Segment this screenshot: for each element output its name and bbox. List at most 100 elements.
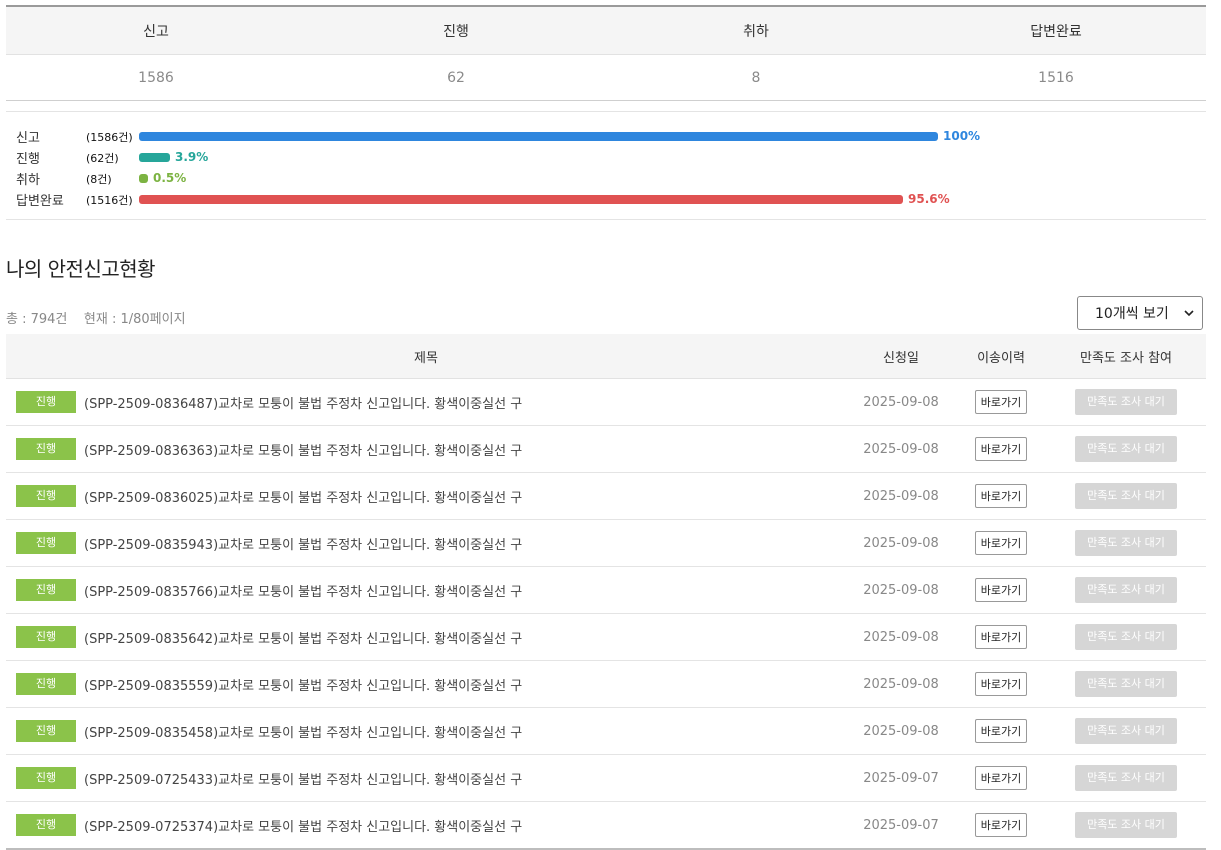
status-badge: 진행 (16, 626, 76, 648)
report-title-link[interactable]: (SPP-2509-0835766)교차로 모퉁이 불법 주정차 신고입니다. … (84, 581, 522, 600)
bar-row: 신고 (1586건) 100% (6, 126, 1206, 147)
row-title-cell: 진행 (SPP-2509-0835943)교차로 모퉁이 불법 주정차 신고입니다… (6, 532, 846, 554)
summary-header-answered: 답변완료 (1030, 23, 1082, 40)
row-history-cell: 바로가기 (956, 531, 1046, 555)
table-row: 진행 (SPP-2509-0835458)교차로 모퉁이 불법 주정차 신고입니다… (6, 708, 1206, 755)
bar-count: (1516건) (86, 193, 133, 207)
row-history-cell: 바로가기 (956, 390, 1046, 414)
summary-values-row: 1586 62 8 1516 (6, 55, 1206, 100)
satisfaction-button[interactable]: 만족도 조사 대기 (1075, 577, 1177, 603)
bar-percent: 100% (943, 129, 981, 143)
satisfaction-button[interactable]: 만족도 조사 대기 (1075, 812, 1177, 838)
report-title-link[interactable]: (SPP-2509-0725433)교차로 모퉁이 불법 주정차 신고입니다. … (84, 769, 522, 788)
row-satisfaction-cell: 만족도 조사 대기 (1046, 577, 1206, 603)
row-history-cell: 바로가기 (956, 813, 1046, 837)
report-title-link[interactable]: (SPP-2509-0836487)교차로 모퉁이 불법 주정차 신고입니다. … (84, 393, 522, 412)
status-badge: 진행 (16, 485, 76, 507)
satisfaction-button[interactable]: 만족도 조사 대기 (1075, 389, 1177, 415)
report-list-header: 제목 신청일 이송이력 만족도 조사 참여 (6, 334, 1206, 379)
header-title: 제목 (414, 350, 438, 366)
row-satisfaction-cell: 만족도 조사 대기 (1046, 389, 1206, 415)
bar-track: 0.5% (139, 171, 938, 185)
table-row: 진행 (SPP-2509-0836363)교차로 모퉁이 불법 주정차 신고입니다… (6, 426, 1206, 473)
report-title-link[interactable]: (SPP-2509-0836025)교차로 모퉁이 불법 주정차 신고입니다. … (84, 487, 522, 506)
report-title-link[interactable]: (SPP-2509-0836363)교차로 모퉁이 불법 주정차 신고입니다. … (84, 440, 522, 459)
row-satisfaction-cell: 만족도 조사 대기 (1046, 671, 1206, 697)
satisfaction-button[interactable]: 만족도 조사 대기 (1075, 718, 1177, 744)
history-button[interactable]: 바로가기 (974, 813, 1028, 837)
table-row: 진행 (SPP-2509-0835642)교차로 모퉁이 불법 주정차 신고입니다… (6, 614, 1206, 661)
history-button[interactable]: 바로가기 (974, 766, 1028, 790)
report-list-body: 진행 (SPP-2509-0836487)교차로 모퉁이 불법 주정차 신고입니다… (6, 379, 1206, 848)
chevron-down-icon (1184, 310, 1194, 317)
bar-row: 취하 (8건) 0.5% (6, 168, 1206, 189)
table-row: 진행 (SPP-2509-0835766)교차로 모퉁이 불법 주정차 신고입니다… (6, 567, 1206, 614)
status-badge: 진행 (16, 814, 76, 836)
report-list: 제목 신청일 이송이력 만족도 조사 참여 진행 (SPP-2509-083648… (6, 334, 1206, 850)
summary-value-report: 1586 (138, 69, 174, 86)
history-button[interactable]: 바로가기 (974, 719, 1028, 743)
row-history-cell: 바로가기 (956, 672, 1046, 696)
row-history-cell: 바로가기 (956, 719, 1046, 743)
status-badge: 진행 (16, 579, 76, 601)
summary-header-report: 신고 (143, 23, 169, 40)
history-button[interactable]: 바로가기 (974, 484, 1028, 508)
row-date: 2025-09-08 (863, 676, 939, 692)
row-history-cell: 바로가기 (956, 766, 1046, 790)
history-button[interactable]: 바로가기 (974, 390, 1028, 414)
satisfaction-button[interactable]: 만족도 조사 대기 (1075, 671, 1177, 697)
section-title: 나의 안전신고현황 (6, 257, 156, 281)
row-history-cell: 바로가기 (956, 484, 1046, 508)
bar-fill (139, 174, 148, 183)
history-button[interactable]: 바로가기 (974, 437, 1028, 461)
row-title-cell: 진행 (SPP-2509-0836363)교차로 모퉁이 불법 주정차 신고입니다… (6, 438, 846, 460)
summary-value-answered: 1516 (1038, 69, 1074, 86)
row-date: 2025-09-07 (863, 817, 939, 833)
row-title-cell: 진행 (SPP-2509-0835559)교차로 모퉁이 불법 주정차 신고입니다… (6, 673, 846, 695)
report-title-link[interactable]: (SPP-2509-0835943)교차로 모퉁이 불법 주정차 신고입니다. … (84, 534, 522, 553)
row-history-cell: 바로가기 (956, 625, 1046, 649)
row-satisfaction-cell: 만족도 조사 대기 (1046, 765, 1206, 791)
report-title-link[interactable]: (SPP-2509-0835559)교차로 모퉁이 불법 주정차 신고입니다. … (84, 675, 522, 694)
history-button[interactable]: 바로가기 (974, 578, 1028, 602)
report-title-link[interactable]: (SPP-2509-0725374)교차로 모퉁이 불법 주정차 신고입니다. … (84, 816, 522, 835)
satisfaction-button[interactable]: 만족도 조사 대기 (1075, 624, 1177, 650)
row-satisfaction-cell: 만족도 조사 대기 (1046, 530, 1206, 556)
row-satisfaction-cell: 만족도 조사 대기 (1046, 483, 1206, 509)
table-row: 진행 (SPP-2509-0725374)교차로 모퉁이 불법 주정차 신고입니다… (6, 802, 1206, 848)
summary-value-progress: 62 (447, 69, 465, 86)
bar-count: (62건) (86, 151, 119, 165)
bar-count: (1586건) (86, 130, 133, 144)
history-button[interactable]: 바로가기 (974, 531, 1028, 555)
report-title-link[interactable]: (SPP-2509-0835458)교차로 모퉁이 불법 주정차 신고입니다. … (84, 722, 522, 741)
row-satisfaction-cell: 만족도 조사 대기 (1046, 436, 1206, 462)
satisfaction-button[interactable]: 만족도 조사 대기 (1075, 530, 1177, 556)
row-satisfaction-cell: 만족도 조사 대기 (1046, 624, 1206, 650)
bar-track: 3.9% (139, 150, 938, 164)
table-row: 진행 (SPP-2509-0835559)교차로 모퉁이 불법 주정차 신고입니다… (6, 661, 1206, 708)
row-title-cell: 진행 (SPP-2509-0835642)교차로 모퉁이 불법 주정차 신고입니다… (6, 626, 846, 648)
row-date: 2025-09-08 (863, 488, 939, 504)
status-badge: 진행 (16, 438, 76, 460)
status-badge: 진행 (16, 767, 76, 789)
satisfaction-button[interactable]: 만족도 조사 대기 (1075, 765, 1177, 791)
per-page-select[interactable]: 10개씩 보기 (1077, 296, 1203, 330)
bar-track: 100% (139, 129, 980, 143)
header-satisfaction: 만족도 조사 참여 (1080, 350, 1172, 366)
row-title-cell: 진행 (SPP-2509-0835766)교차로 모퉁이 불법 주정차 신고입니다… (6, 579, 846, 601)
table-row: 진행 (SPP-2509-0836487)교차로 모퉁이 불법 주정차 신고입니다… (6, 379, 1206, 426)
row-date: 2025-09-07 (863, 770, 939, 786)
report-title-link[interactable]: (SPP-2509-0835642)교차로 모퉁이 불법 주정차 신고입니다. … (84, 628, 522, 647)
table-row: 진행 (SPP-2509-0836025)교차로 모퉁이 불법 주정차 신고입니다… (6, 473, 1206, 520)
header-history: 이송이력 (977, 350, 1025, 366)
satisfaction-button[interactable]: 만족도 조사 대기 (1075, 483, 1177, 509)
bar-fill (139, 132, 938, 141)
row-date: 2025-09-08 (863, 441, 939, 457)
satisfaction-button[interactable]: 만족도 조사 대기 (1075, 436, 1177, 462)
row-date: 2025-09-08 (863, 394, 939, 410)
bar-percent: 95.6% (908, 192, 950, 206)
history-button[interactable]: 바로가기 (974, 625, 1028, 649)
row-title-cell: 진행 (SPP-2509-0725374)교차로 모퉁이 불법 주정차 신고입니다… (6, 814, 846, 836)
status-bars: 신고 (1586건) 100% 진행 (62건) 3.9% 취하 (8건) 0.5% 답변완료 (1… (6, 111, 1206, 220)
history-button[interactable]: 바로가기 (974, 672, 1028, 696)
